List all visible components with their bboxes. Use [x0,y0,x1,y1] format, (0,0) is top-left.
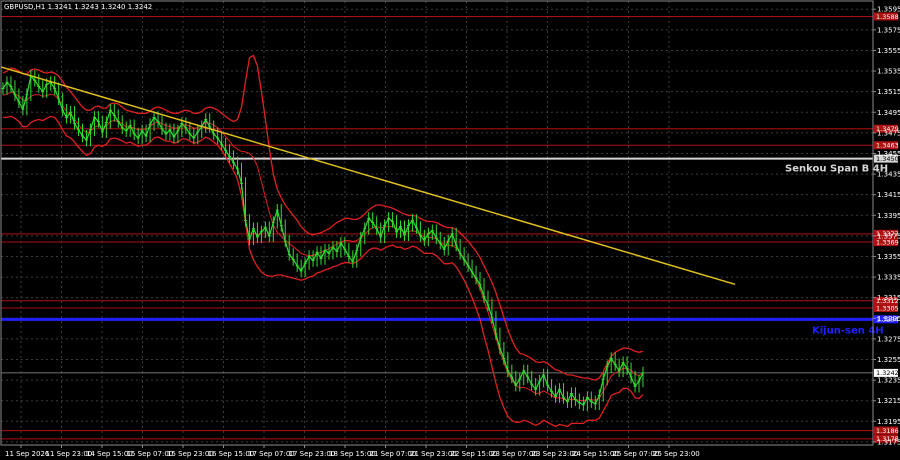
y-tick-label: 1.3455 [877,150,900,158]
y-tick-label: 1.3395 [877,212,900,220]
symbol-header: GBPUSD,H1 1.3241 1.3243 1.3240 1.3242 [4,3,152,11]
y-tick-label: 1.3175 [877,438,900,446]
level-tag-text: 1.3463 [876,142,899,150]
y-tick-label: 1.3355 [877,253,900,261]
y-tick-label: 1.3535 [877,68,900,76]
y-tick-label: 1.3255 [877,356,900,364]
level-tag-text: 1.3588 [876,13,899,21]
y-tick-label: 1.3295 [877,315,900,323]
y-tick-label: 1.3235 [877,377,900,385]
chart-background [0,0,900,460]
y-tick-label: 1.3215 [877,397,900,405]
y-tick-label: 1.3375 [877,232,900,240]
y-tick-label: 1.3335 [877,274,900,282]
y-tick-label: 1.3515 [877,88,900,96]
y-tick-label: 1.3315 [877,294,900,302]
x-tick-label: 25 Sep 23:00 [653,450,700,458]
chart-window: 1.3588 1.3479 1.3463 1.3377 1.3369 1.3312 1.33… [0,0,900,460]
y-tick-label: 1.3475 [877,129,900,137]
y-tick-label: 1.3415 [877,191,900,199]
y-tick-label: 1.3575 [877,26,900,34]
y-tick-label: 1.3195 [877,418,900,426]
y-tick-label: 1.3555 [877,47,900,55]
level-tag-text: 1.3186 [876,427,899,435]
y-tick-label: 1.3495 [877,109,900,117]
level-tag-text: 1.3305 [876,304,899,312]
price-chart[interactable]: 1.35881.34791.34631.33771.33691.33121.33… [0,0,900,460]
y-tick-label: 1.3435 [877,171,900,179]
y-tick-label: 1.3595 [877,6,900,14]
x-tick-label: 11 Sep 2026 [5,450,50,458]
y-tick-label: 1.3275 [877,335,900,343]
